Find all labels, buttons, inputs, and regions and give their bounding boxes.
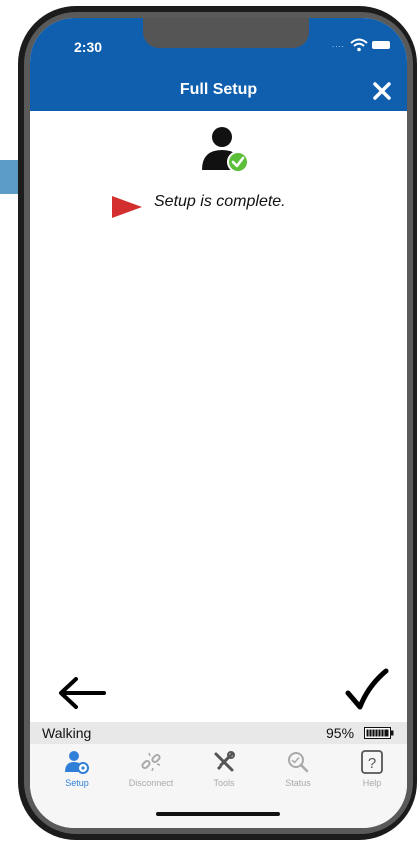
tab-help[interactable]: ? Help [342, 744, 402, 796]
battery-percent: 95% [326, 725, 355, 741]
help-icon: ? [361, 750, 383, 774]
user-gear-icon [65, 751, 89, 774]
header-bar: 2:30 .... Full Setup [30, 18, 407, 111]
page-title: Full Setup [179, 81, 258, 98]
battery-status-icon [372, 41, 390, 49]
tab-tools[interactable]: Tools [194, 744, 254, 796]
back-arrow-icon[interactable] [56, 675, 108, 711]
tab-setup[interactable]: Setup [47, 744, 107, 796]
wifi-icon [350, 38, 368, 52]
svg-text:?: ? [368, 755, 376, 772]
tab-label: Tools [213, 778, 235, 788]
tab-label: Setup [65, 778, 89, 788]
completion-message: Setup is complete. [154, 193, 286, 210]
home-indicator [156, 812, 280, 816]
signal-icon: .... [332, 40, 345, 49]
tab-label: Status [285, 778, 311, 788]
status-icons: .... [332, 38, 392, 52]
activity-status: Walking [42, 725, 92, 741]
tab-label: Help [362, 778, 382, 788]
battery-icon [364, 727, 394, 739]
close-icon[interactable] [370, 79, 394, 103]
tab-status[interactable]: Status [268, 744, 328, 796]
notch [143, 18, 309, 48]
tab-label: Disconnect [128, 778, 174, 788]
pointer-arrow-icon [112, 196, 142, 218]
status-search-icon [288, 752, 309, 773]
tab-disconnect[interactable]: Disconnect [121, 744, 181, 796]
tab-bar: Setup Disconnect Tools Status ? Help [30, 744, 407, 828]
phone-screen: 2:30 .... Full Setup Setup is complete. [30, 18, 407, 828]
confirm-check-icon[interactable] [344, 668, 390, 714]
broken-link-icon [141, 752, 161, 772]
status-time: 2:30 [74, 39, 103, 55]
tools-icon [214, 751, 235, 772]
user-check-icon [202, 127, 249, 173]
status-strip: Walking 95% [30, 722, 407, 744]
